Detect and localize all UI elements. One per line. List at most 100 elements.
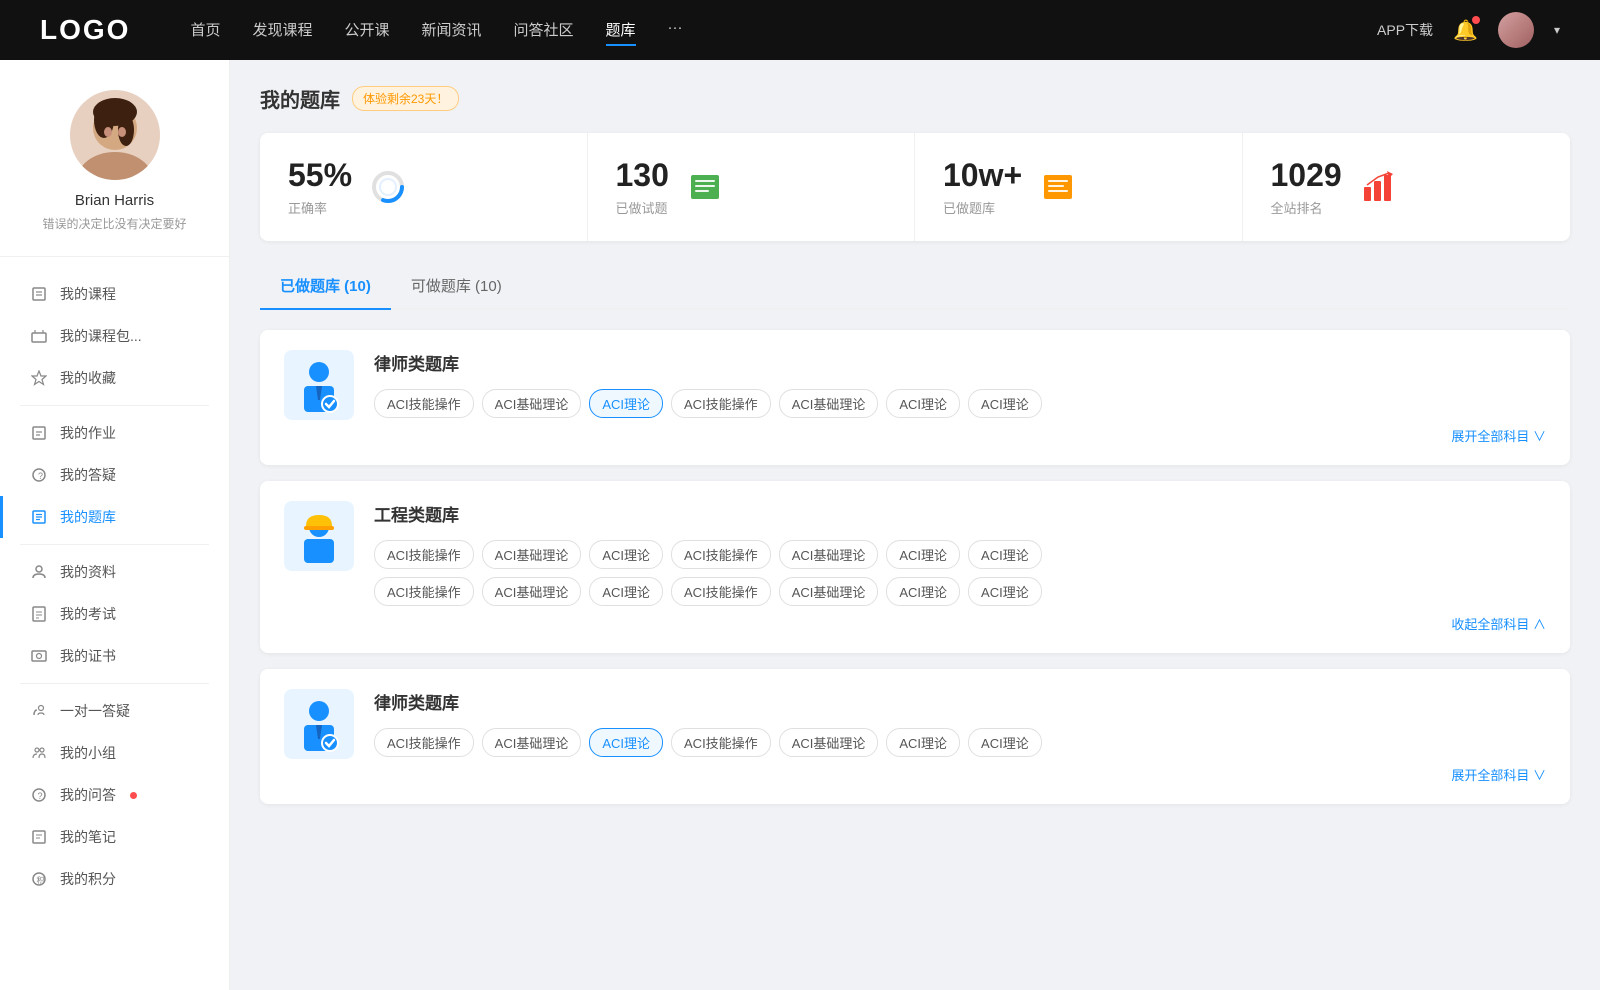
subject-expand-0[interactable]: 展开全部科目 ∨ bbox=[374, 426, 1546, 445]
tag-1-0[interactable]: ACI技能操作 bbox=[374, 540, 474, 569]
bell-dot bbox=[1472, 16, 1480, 24]
nav-question-bank[interactable]: 题库 bbox=[606, 15, 636, 46]
nav-more[interactable]: ··· bbox=[668, 15, 683, 46]
tag-0-1[interactable]: ACI基础理论 bbox=[482, 389, 582, 418]
tag-1-11[interactable]: ACI基础理论 bbox=[779, 577, 879, 606]
sidebar-item-notes[interactable]: 我的笔记 bbox=[0, 816, 229, 858]
user-dropdown-arrow[interactable]: ▾ bbox=[1554, 23, 1560, 37]
main-nav: 首页 发现课程 公开课 新闻资讯 问答社区 题库 ··· bbox=[190, 15, 1377, 46]
nav-news[interactable]: 新闻资讯 bbox=[422, 15, 482, 46]
accuracy-chart-icon bbox=[368, 167, 408, 207]
tag-1-3[interactable]: ACI技能操作 bbox=[671, 540, 771, 569]
sidebar-profile: Brian Harris 错误的决定比没有决定要好 bbox=[0, 90, 229, 257]
tutor-icon bbox=[30, 702, 48, 720]
tag-1-6[interactable]: ACI理论 bbox=[968, 540, 1042, 569]
notes-icon bbox=[30, 828, 48, 846]
sidebar-item-exam[interactable]: 我的考试 bbox=[0, 593, 229, 635]
sidebar-item-answers[interactable]: ? 我的答疑 bbox=[0, 454, 229, 496]
sidebar-label-favorites: 我的收藏 bbox=[60, 368, 116, 388]
subject-title-2: 律师类题库 bbox=[374, 689, 1546, 714]
sidebar-item-homework[interactable]: 我的作业 bbox=[0, 412, 229, 454]
tag-1-1[interactable]: ACI基础理论 bbox=[482, 540, 582, 569]
nav-qa[interactable]: 问答社区 bbox=[514, 15, 574, 46]
stat-value-accuracy: 55% bbox=[288, 157, 352, 194]
tag-1-7[interactable]: ACI技能操作 bbox=[374, 577, 474, 606]
tag-0-3[interactable]: ACI技能操作 bbox=[671, 389, 771, 418]
tag-2-2[interactable]: ACI理论 bbox=[589, 728, 663, 757]
stat-value-done-questions: 130 bbox=[616, 157, 669, 194]
logo: LOGO bbox=[40, 14, 130, 46]
sidebar-item-group[interactable]: 我的小组 bbox=[0, 732, 229, 774]
svg-text:?: ? bbox=[38, 791, 43, 801]
sidebar-item-questionbank[interactable]: 我的题库 bbox=[0, 496, 229, 538]
subject-title-0: 律师类题库 bbox=[374, 350, 1546, 375]
stats-row: 55% 正确率 130 已做试题 bbox=[260, 133, 1570, 241]
tag-1-5[interactable]: ACI理论 bbox=[886, 540, 960, 569]
subject-content-2: 律师类题库 ACI技能操作 ACI基础理论 ACI理论 ACI技能操作 ACI基… bbox=[374, 689, 1546, 784]
tag-1-13[interactable]: ACI理论 bbox=[968, 577, 1042, 606]
subject-title-1: 工程类题库 bbox=[374, 501, 1546, 526]
subject-card-1: 工程类题库 ACI技能操作 ACI基础理论 ACI理论 ACI技能操作 ACI基… bbox=[260, 481, 1570, 653]
done-banks-icon bbox=[1038, 167, 1078, 207]
tag-0-4[interactable]: ACI基础理论 bbox=[779, 389, 879, 418]
subject-card-2: 律师类题库 ACI技能操作 ACI基础理论 ACI理论 ACI技能操作 ACI基… bbox=[260, 669, 1570, 804]
tag-0-6[interactable]: ACI理论 bbox=[968, 389, 1042, 418]
stat-card-done-questions: 130 已做试题 bbox=[588, 133, 916, 241]
nav-opencourse[interactable]: 公开课 bbox=[344, 15, 389, 46]
notification-bell[interactable]: 🔔 bbox=[1453, 18, 1478, 43]
sidebar-label-tutor: 一对一答疑 bbox=[60, 701, 130, 721]
divider-2 bbox=[20, 544, 209, 545]
tag-2-3[interactable]: ACI技能操作 bbox=[671, 728, 771, 757]
tag-2-6[interactable]: ACI理论 bbox=[968, 728, 1042, 757]
sidebar-item-certificate[interactable]: 我的证书 bbox=[0, 635, 229, 677]
stat-label-done-banks: 已做题库 bbox=[943, 198, 1022, 217]
subject-expand-2[interactable]: 展开全部科目 ∨ bbox=[374, 765, 1546, 784]
subject-tags-1-row2: ACI技能操作 ACI基础理论 ACI理论 ACI技能操作 ACI基础理论 AC… bbox=[374, 577, 1546, 606]
stat-card-rank: 1029 全站排名 bbox=[1243, 133, 1571, 241]
sidebar-item-points[interactable]: 积 我的积分 bbox=[0, 858, 229, 900]
homework-icon bbox=[30, 424, 48, 442]
subject-card-0: 律师类题库 ACI技能操作 ACI基础理论 ACI理论 ACI技能操作 ACI基… bbox=[260, 330, 1570, 465]
sidebar-item-course[interactable]: 我的课程 bbox=[0, 273, 229, 315]
sidebar-item-favorites[interactable]: 我的收藏 bbox=[0, 357, 229, 399]
sidebar-item-coursepack[interactable]: 我的课程包... bbox=[0, 315, 229, 357]
tag-2-4[interactable]: ACI基础理论 bbox=[779, 728, 879, 757]
myqa-icon: ? bbox=[30, 786, 48, 804]
sidebar-item-tutor[interactable]: 一对一答疑 bbox=[0, 690, 229, 732]
sidebar-label-exam: 我的考试 bbox=[60, 604, 116, 624]
page-title: 我的题库 bbox=[260, 84, 340, 113]
subject-collapse-1[interactable]: 收起全部科目 ∧ bbox=[374, 614, 1546, 633]
tag-2-5[interactable]: ACI理论 bbox=[886, 728, 960, 757]
stat-card-done-banks: 10w+ 已做题库 bbox=[915, 133, 1243, 241]
stat-label-accuracy: 正确率 bbox=[288, 198, 352, 217]
trial-badge: 体验剩余23天！ bbox=[352, 86, 459, 111]
sidebar-label-profile: 我的资料 bbox=[60, 562, 116, 582]
sidebar-item-profile[interactable]: 我的资料 bbox=[0, 551, 229, 593]
sidebar-label-group: 我的小组 bbox=[60, 743, 116, 763]
sidebar-label-coursepack: 我的课程包... bbox=[60, 326, 142, 346]
nav-home[interactable]: 首页 bbox=[190, 15, 220, 46]
tag-1-9[interactable]: ACI理论 bbox=[589, 577, 663, 606]
tag-1-2[interactable]: ACI理论 bbox=[589, 540, 663, 569]
nav-discover[interactable]: 发现课程 bbox=[252, 15, 312, 46]
tag-1-10[interactable]: ACI技能操作 bbox=[671, 577, 771, 606]
sidebar-item-myqa[interactable]: ? 我的问答 bbox=[0, 774, 229, 816]
svg-text:积: 积 bbox=[37, 875, 45, 885]
header-right: APP下载 🔔 ▾ bbox=[1377, 12, 1560, 48]
tag-2-0[interactable]: ACI技能操作 bbox=[374, 728, 474, 757]
app-download-link[interactable]: APP下载 bbox=[1377, 20, 1433, 40]
tab-done[interactable]: 已做题库 (10) bbox=[260, 265, 391, 308]
tag-0-5[interactable]: ACI理论 bbox=[886, 389, 960, 418]
tag-1-12[interactable]: ACI理论 bbox=[886, 577, 960, 606]
sidebar-label-myqa: 我的问答 bbox=[60, 785, 116, 805]
divider-1 bbox=[20, 405, 209, 406]
tag-2-1[interactable]: ACI基础理论 bbox=[482, 728, 582, 757]
user-avatar[interactable] bbox=[1498, 12, 1534, 48]
sidebar-user-name: Brian Harris bbox=[75, 192, 154, 209]
tag-1-4[interactable]: ACI基础理论 bbox=[779, 540, 879, 569]
tab-available[interactable]: 可做题库 (10) bbox=[391, 265, 522, 308]
exam-icon bbox=[30, 605, 48, 623]
tag-0-2[interactable]: ACI理论 bbox=[589, 389, 663, 418]
tag-0-0[interactable]: ACI技能操作 bbox=[374, 389, 474, 418]
tag-1-8[interactable]: ACI基础理论 bbox=[482, 577, 582, 606]
